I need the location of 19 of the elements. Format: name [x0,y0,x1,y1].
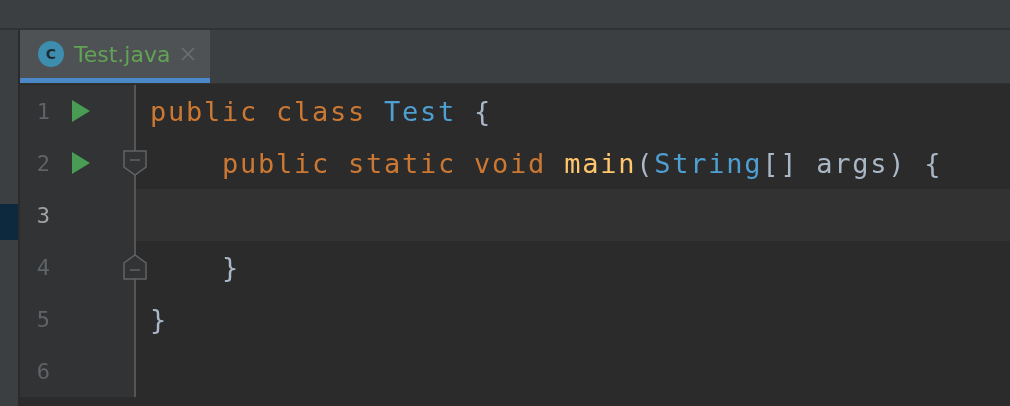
line-number: 3 [35,202,50,228]
code-token: { [474,95,493,127]
code-token: Test [384,95,458,127]
class-icon: C [38,41,64,67]
code-token: main [564,147,637,179]
fold-icon[interactable] [123,254,147,280]
close-icon[interactable] [180,46,197,62]
code-token: [] args) { [762,147,943,179]
code-token: ( [636,147,655,179]
code-token: String [654,147,763,179]
fold-icon[interactable] [123,150,147,176]
run-icon[interactable] [72,152,90,174]
code-token: } [221,251,241,283]
run-icon[interactable] [72,100,90,122]
code-token: public static void [221,147,548,179]
code-token: public class [150,95,368,127]
code-token: } [150,303,168,335]
editor-tab[interactable]: C Test.java [20,30,211,83]
selection-marker [0,204,18,240]
